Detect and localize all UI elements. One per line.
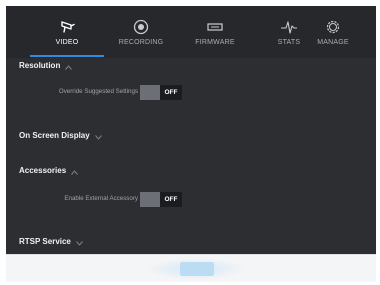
top-navigation: VIDEO RECORDING FIRMWARE STATS MANAGE	[6, 6, 376, 58]
section-osd-title: On Screen Display	[19, 131, 90, 140]
override-settings-row: Override Suggested Settings OFF	[6, 84, 376, 102]
tab-firmware-label: FIRMWARE	[195, 39, 235, 46]
tab-video[interactable]: VIDEO	[30, 6, 104, 58]
section-rtsp-header[interactable]: RTSP Service	[19, 237, 83, 247]
toggle-state: OFF	[160, 192, 182, 207]
device-frame: VIDEO RECORDING FIRMWARE STATS MANAGE Re…	[6, 6, 376, 282]
record-icon	[130, 18, 152, 36]
external-accessory-row: Enable External Accessory OFF	[6, 191, 376, 209]
tab-recording[interactable]: RECORDING	[104, 6, 178, 58]
tab-manage[interactable]: MANAGE	[296, 6, 370, 58]
chevron-up-icon	[65, 63, 73, 71]
toggle-track	[140, 85, 160, 100]
override-settings-label: Override Suggested Settings	[58, 88, 138, 95]
tab-recording-label: RECORDING	[118, 39, 164, 46]
tab-firmware[interactable]: FIRMWARE	[178, 6, 252, 58]
external-accessory-label: Enable External Accessory	[64, 195, 138, 202]
override-settings-toggle[interactable]: OFF	[140, 85, 186, 100]
tab-manage-label: MANAGE	[317, 39, 349, 46]
section-resolution-header[interactable]: Resolution	[19, 61, 73, 71]
toggle-state: OFF	[160, 85, 182, 100]
section-resolution-title: Resolution	[19, 61, 61, 70]
section-osd-header[interactable]: On Screen Display	[19, 131, 102, 141]
chevron-down-icon	[76, 239, 83, 247]
settings-panel: Resolution Override Suggested Settings O…	[6, 58, 376, 254]
section-accessories-title: Accessories	[19, 166, 67, 175]
footer-bar	[6, 254, 376, 282]
active-tab-indicator	[30, 55, 104, 57]
chevron-down-icon	[94, 133, 102, 141]
chevron-up-icon	[71, 168, 79, 176]
section-rtsp-title: RTSP Service	[19, 237, 71, 246]
section-accessories-header[interactable]: Accessories	[19, 166, 79, 176]
tab-video-label: VIDEO	[55, 39, 79, 46]
video-camera-icon	[56, 18, 78, 36]
external-accessory-toggle[interactable]: OFF	[140, 192, 186, 207]
toggle-track	[140, 192, 160, 207]
firmware-icon	[204, 18, 226, 36]
apply-button[interactable]	[180, 262, 214, 276]
gear-icon	[322, 18, 344, 36]
